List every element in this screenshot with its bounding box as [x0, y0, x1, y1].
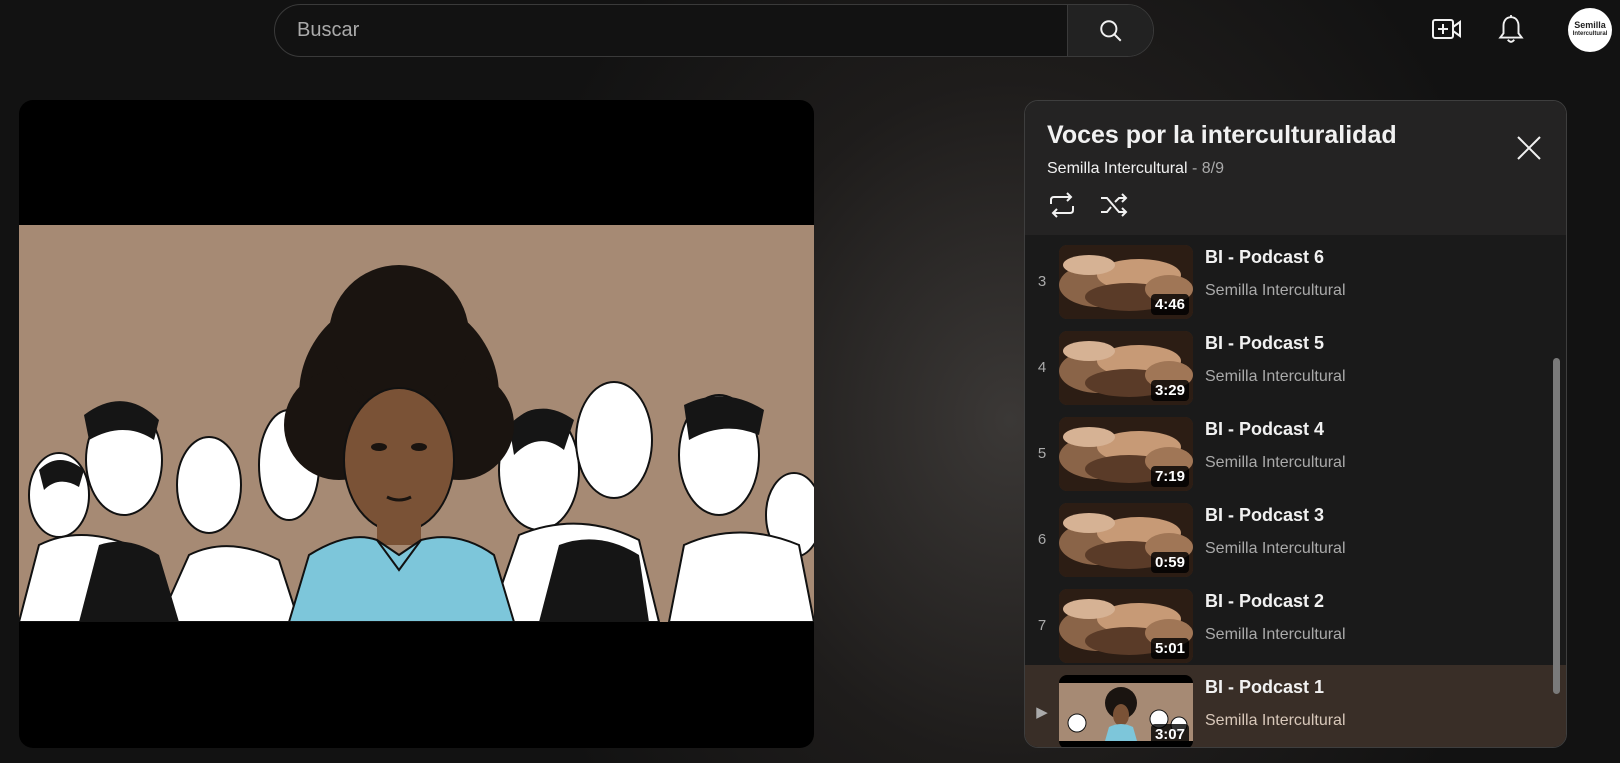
video-frame [19, 225, 814, 623]
playlist-item[interactable]: 4 3:29 BI - Podcast 5 Semilla Intercultural [1025, 321, 1566, 407]
playlist-title[interactable]: Voces por la interculturalidad [1047, 121, 1544, 150]
playlist-item-meta: BI - Podcast 1 Semilla Intercultural [1205, 677, 1346, 730]
playlist-channel[interactable]: Semilla Intercultural [1047, 160, 1188, 177]
bell-icon [1498, 15, 1524, 43]
playlist-item[interactable]: 5 7:19 BI - Podcast 4 Semilla Intercultural [1025, 407, 1566, 493]
playlist-item-meta: BI - Podcast 3 Semilla Intercultural [1205, 505, 1346, 558]
shuffle-icon[interactable] [1099, 192, 1129, 218]
playlist-item-thumbnail[interactable]: 0:59 [1059, 503, 1193, 577]
search-input[interactable] [275, 5, 1067, 56]
video-illustration [19, 265, 814, 623]
playlist-item-index: 7 [1037, 617, 1047, 634]
duration-badge: 3:07 [1150, 724, 1189, 745]
playlist-item-meta: BI - Podcast 4 Semilla Intercultural [1205, 419, 1346, 472]
duration-badge: 5:01 [1150, 638, 1189, 659]
playlist-item[interactable]: 6 0:59 BI - Podcast 3 Semilla Intercultural [1025, 493, 1566, 579]
playlist-item-channel: Semilla Intercultural [1205, 454, 1346, 471]
duration-badge: 4:46 [1150, 294, 1189, 315]
playlist-item-thumbnail[interactable]: 3:07 [1059, 675, 1193, 747]
duration-badge: 7:19 [1150, 466, 1189, 487]
loop-icon[interactable] [1047, 192, 1077, 218]
search-button[interactable] [1067, 5, 1153, 56]
playlist-item-title[interactable]: BI - Podcast 1 [1205, 677, 1346, 698]
search-icon [1099, 19, 1121, 41]
playlist-panel: Voces por la interculturalidad Semilla I… [1024, 100, 1567, 748]
playlist-item-channel: Semilla Intercultural [1205, 368, 1346, 385]
duration-badge: 0:59 [1150, 552, 1189, 573]
playlist-item-channel: Semilla Intercultural [1205, 712, 1346, 729]
video-player[interactable] [19, 100, 814, 748]
playlist-item-thumbnail[interactable]: 5:01 [1059, 589, 1193, 663]
playlist-position: - 8/9 [1191, 160, 1224, 177]
playlist-subtitle: Semilla Intercultural - 8/9 [1047, 160, 1544, 178]
playlist-controls [1047, 192, 1544, 218]
playlist-items: 3 4:46 BI - Podcast 6 Semilla Intercultural… [1025, 235, 1566, 747]
create-video-button[interactable] [1430, 12, 1464, 46]
playlist-item-title[interactable]: BI - Podcast 4 [1205, 419, 1346, 440]
playlist-item-meta: BI - Podcast 2 Semilla Intercultural [1205, 591, 1346, 644]
playlist-item-title[interactable]: BI - Podcast 2 [1205, 591, 1346, 612]
playlist-item-title[interactable]: BI - Podcast 6 [1205, 247, 1346, 268]
playlist-item[interactable]: 7 5:01 BI - Podcast 2 Semilla Intercultural [1025, 579, 1566, 665]
playlist-item-channel: Semilla Intercultural [1205, 626, 1346, 643]
notifications-button[interactable] [1494, 12, 1528, 46]
playlist-item-index: 6 [1037, 531, 1047, 548]
playlist-item-channel: Semilla Intercultural [1205, 282, 1346, 299]
playlist-item-thumbnail[interactable]: 4:46 [1059, 245, 1193, 319]
playlist-item-meta: BI - Podcast 5 Semilla Intercultural [1205, 333, 1346, 386]
playlist-header: Voces por la interculturalidad Semilla I… [1025, 101, 1566, 235]
search-bar [274, 4, 1154, 57]
playlist-item-index: ▶ [1036, 704, 1048, 721]
playlist-item-index: 3 [1037, 273, 1047, 290]
playlist-item-thumbnail[interactable]: 7:19 [1059, 417, 1193, 491]
playlist-item-channel: Semilla Intercultural [1205, 540, 1346, 557]
playlist-scrollbar[interactable] [1553, 358, 1560, 694]
create-video-icon [1432, 19, 1461, 39]
playlist-item-index: 5 [1037, 445, 1047, 462]
avatar[interactable]: Semilla Intercultural [1568, 8, 1612, 52]
avatar-logo: Semilla Intercultural [1572, 20, 1608, 38]
playlist-item-title[interactable]: BI - Podcast 3 [1205, 505, 1346, 526]
duration-badge: 3:29 [1150, 380, 1189, 401]
playlist-item-title[interactable]: BI - Podcast 5 [1205, 333, 1346, 354]
playlist-item[interactable]: 3 4:46 BI - Podcast 6 Semilla Intercultural [1025, 235, 1566, 321]
playlist-item-thumbnail[interactable]: 3:29 [1059, 331, 1193, 405]
playlist-item-meta: BI - Podcast 6 Semilla Intercultural [1205, 247, 1346, 300]
playlist-item-index: 4 [1037, 359, 1047, 376]
close-icon[interactable] [1514, 133, 1544, 163]
playlist-item-current[interactable]: ▶ 3:07 BI - Podcast 1 Semilla Intercultural [1025, 665, 1566, 747]
